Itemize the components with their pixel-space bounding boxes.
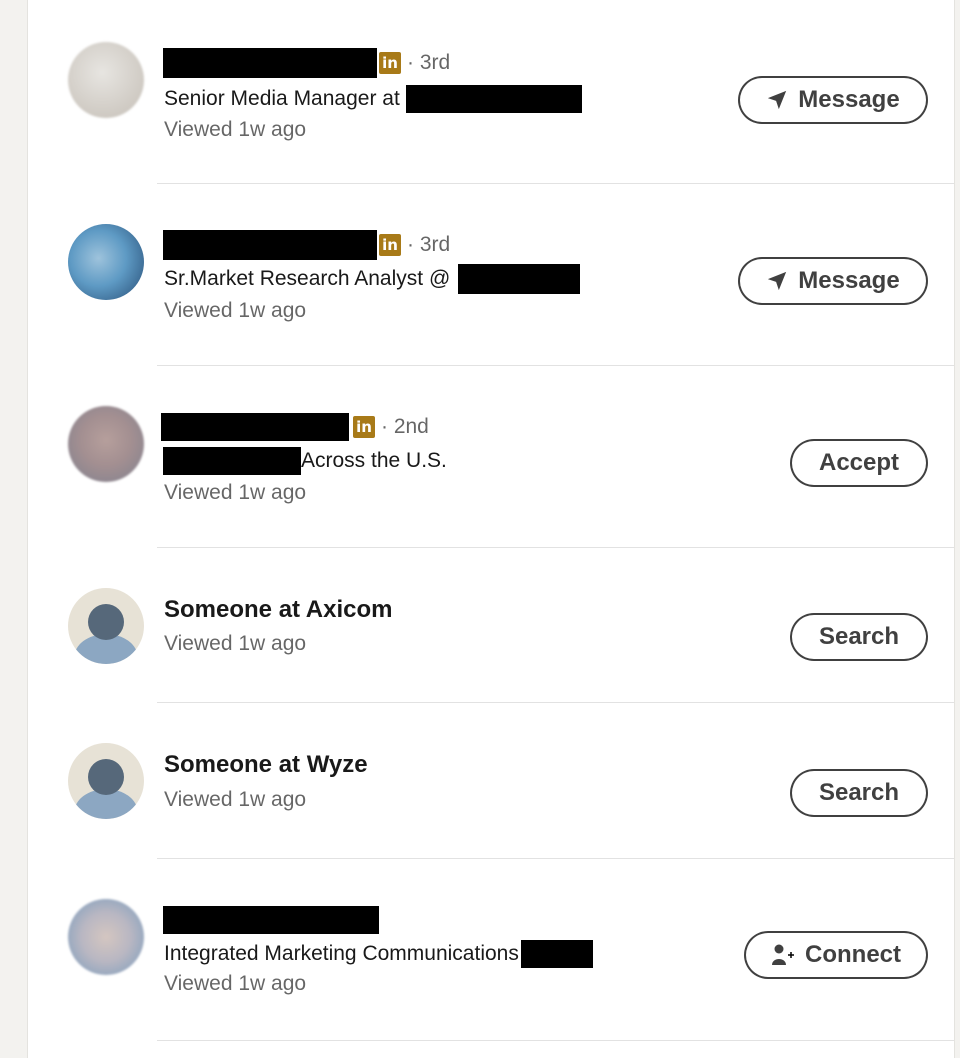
avatar-placeholder-icon: [68, 743, 144, 819]
list-item: in · 3rd Senior Media Manager at Viewed …: [28, 0, 954, 184]
viewer-name[interactable]: in · 3rd: [163, 47, 450, 79]
message-button[interactable]: Message: [738, 257, 928, 305]
avatar-placeholder-icon: [68, 588, 144, 664]
linkedin-premium-icon: in: [353, 416, 375, 438]
divider: [157, 1040, 954, 1041]
avatar[interactable]: [68, 42, 144, 118]
viewer-headline: Integrated Marketing Communications: [164, 939, 593, 969]
redacted-company: [163, 447, 301, 475]
connection-degree: · 3rd: [407, 51, 451, 74]
redacted-name: [163, 230, 377, 260]
viewed-time: Viewed 1w ago: [164, 299, 307, 322]
send-icon: [768, 271, 787, 291]
message-button[interactable]: Message: [738, 76, 928, 124]
list-item: in · 2nd Across the U.S. Viewed 1w ago A…: [28, 366, 954, 548]
person-add-icon: [772, 944, 794, 965]
connection-degree: · 3rd: [407, 233, 451, 256]
list-item: Someone at Wyze Viewed 1w ago Search: [28, 703, 954, 859]
avatar[interactable]: [68, 899, 144, 975]
list-item: in · 3rd Sr.Market Research Analyst @ Vi…: [28, 184, 954, 366]
redacted-company: [520, 940, 593, 968]
profile-viewers-list: in · 3rd Senior Media Manager at Viewed …: [27, 0, 955, 1058]
linkedin-premium-icon: in: [379, 234, 401, 256]
viewed-time: Viewed 1w ago: [164, 118, 307, 141]
connect-button[interactable]: Connect: [744, 931, 928, 979]
list-item: Someone at Axicom Viewed 1w ago Search: [28, 548, 954, 703]
viewer-headline: Sr.Market Research Analyst @: [164, 264, 581, 294]
connection-degree: · 2nd: [381, 415, 429, 438]
viewer-headline: Senior Media Manager at: [164, 84, 582, 114]
search-button[interactable]: Search: [790, 769, 928, 817]
linkedin-premium-icon: in: [379, 52, 401, 74]
avatar[interactable]: [68, 224, 144, 300]
avatar[interactable]: [68, 406, 144, 482]
list-item: Integrated Marketing Communications View…: [28, 859, 954, 1041]
viewer-title[interactable]: Someone at Wyze: [164, 751, 368, 779]
viewed-time: Viewed 1w ago: [164, 481, 307, 504]
viewed-time: Viewed 1w ago: [164, 972, 307, 995]
viewer-name[interactable]: in · 2nd: [161, 411, 429, 443]
viewer-name[interactable]: [163, 904, 379, 936]
search-button[interactable]: Search: [790, 613, 928, 661]
redacted-company: [405, 85, 582, 113]
viewer-name[interactable]: in · 3rd: [163, 229, 450, 261]
accept-button[interactable]: Accept: [790, 439, 928, 487]
viewed-time: Viewed 1w ago: [164, 632, 307, 655]
redacted-name: [161, 413, 349, 441]
send-icon: [768, 90, 787, 110]
redacted-name: [163, 906, 379, 934]
viewer-headline: Across the U.S.: [163, 446, 447, 476]
viewer-title[interactable]: Someone at Axicom: [164, 596, 393, 624]
redacted-company: [458, 264, 581, 294]
redacted-name: [163, 48, 377, 78]
viewed-time: Viewed 1w ago: [164, 788, 307, 811]
